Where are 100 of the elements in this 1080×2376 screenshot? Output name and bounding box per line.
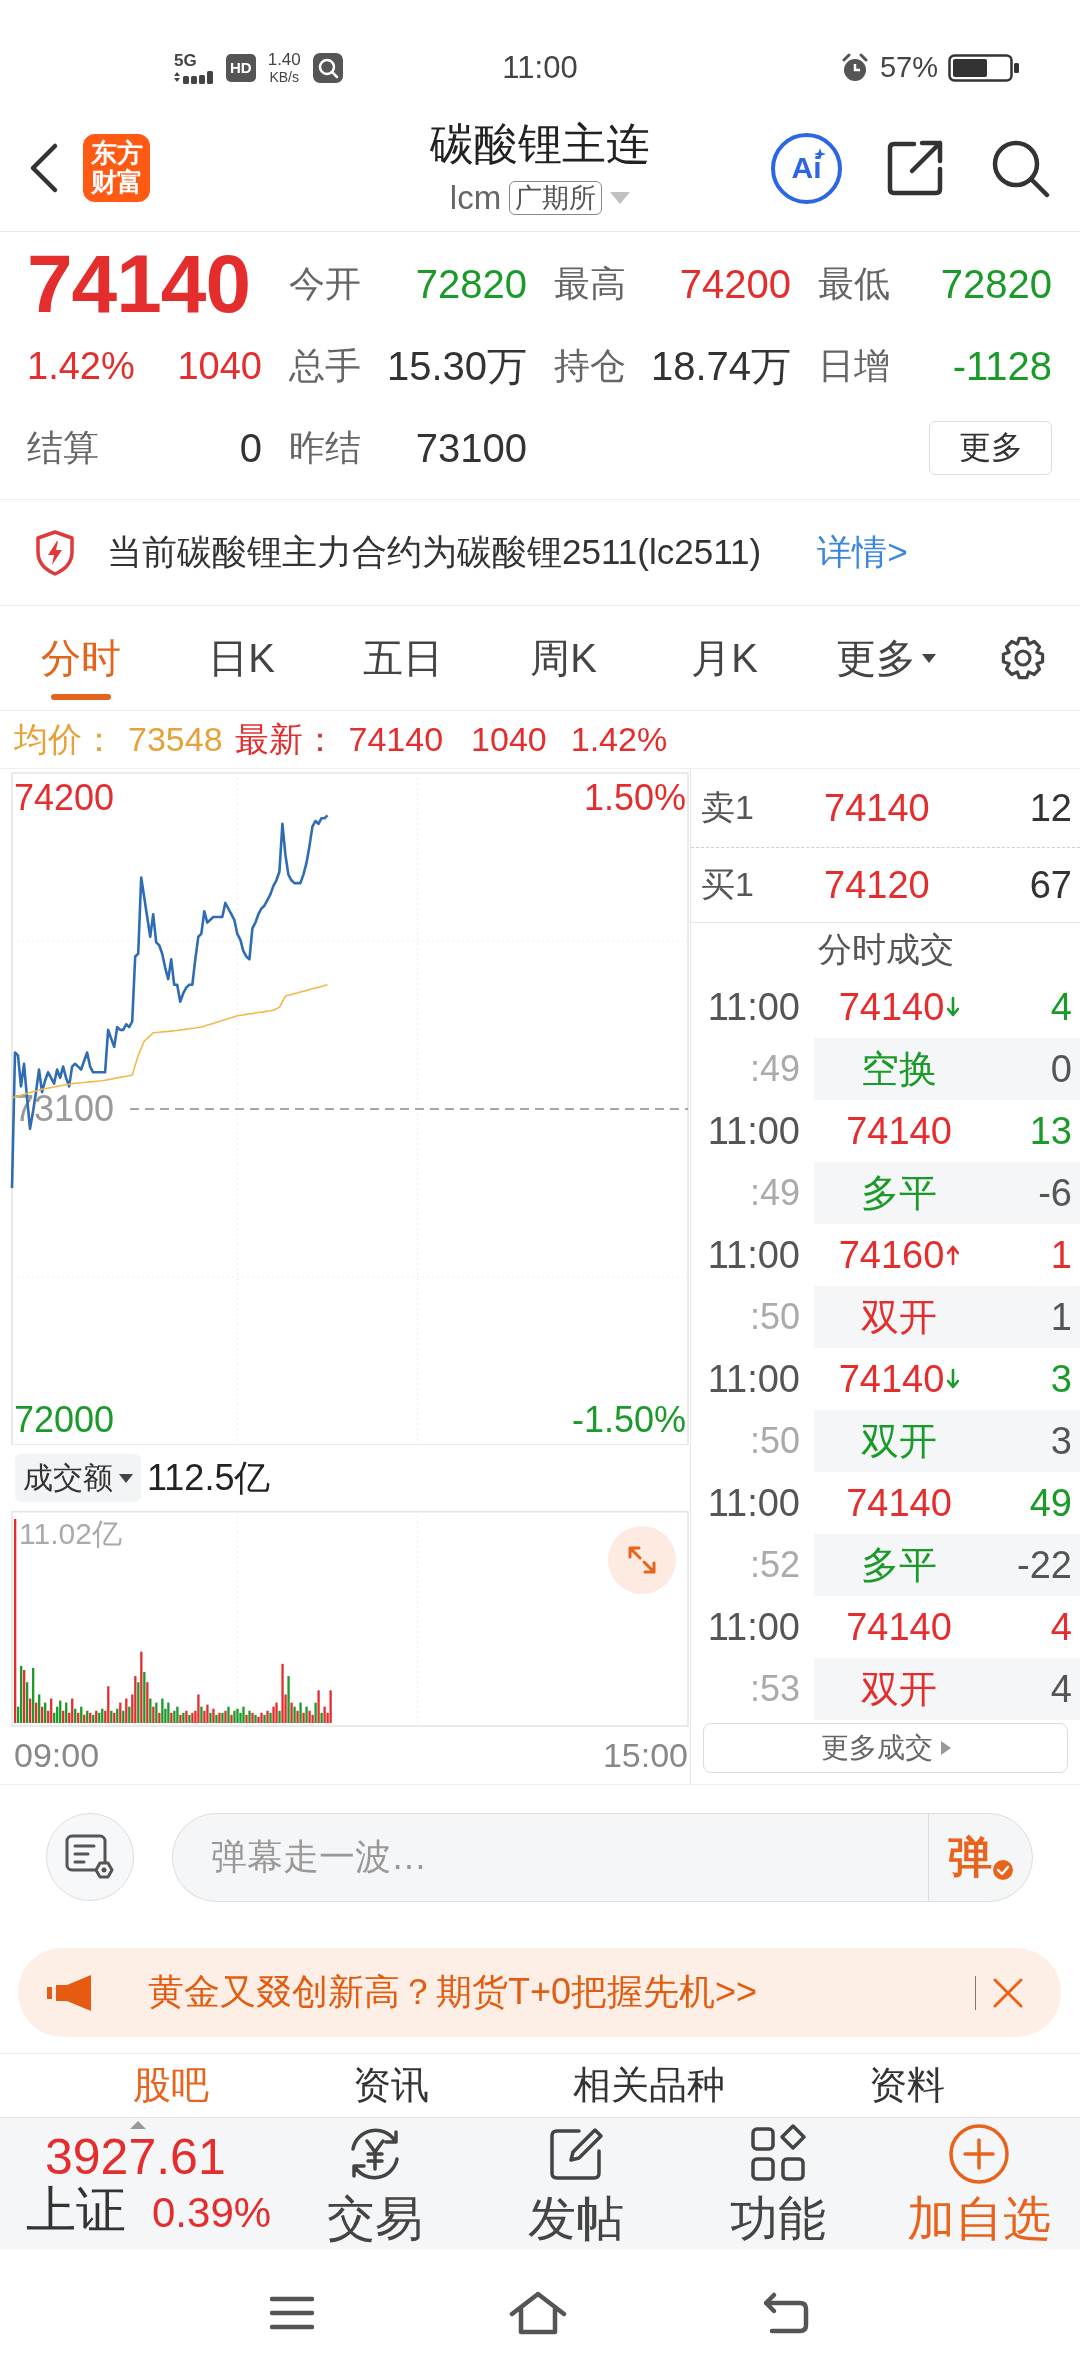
trade-seconds: :50 xyxy=(748,1419,801,1463)
contract-code: lcm xyxy=(449,179,502,217)
trade-time: 11:00 xyxy=(706,1108,801,1154)
back-icon[interactable] xyxy=(762,2290,810,2335)
trade-price: 74160 xyxy=(838,1233,945,1277)
danmaku-input[interactable]: 弹幕走一波… xyxy=(172,1812,928,1902)
change-percent: 1.42% xyxy=(27,344,135,388)
order-book-volume: 67 xyxy=(1029,863,1072,907)
more-button[interactable]: 更多 xyxy=(929,421,1052,475)
stat-label: 结算 xyxy=(27,425,99,470)
latest-price-value: 74140 xyxy=(348,720,444,759)
stat-label: 最高 xyxy=(554,261,626,306)
stat-label: 总手 xyxy=(289,343,361,388)
more-trades-button[interactable]: 更多成交 xyxy=(703,1723,1068,1773)
stat-value: 0 xyxy=(239,425,262,471)
network-speed-value: 1.40 xyxy=(267,50,301,69)
stat-label: 最低 xyxy=(818,261,890,306)
trade-price: 74140 xyxy=(838,1357,945,1401)
index-name: 上证 xyxy=(26,2185,126,2235)
network-type-label: 5G xyxy=(174,51,197,69)
battery-icon xyxy=(948,53,1020,82)
trades-title: 分时成交 xyxy=(817,928,954,970)
index-value: 3927.61 xyxy=(45,2129,226,2185)
search-icon[interactable] xyxy=(990,138,1050,198)
trade-seconds: :49 xyxy=(748,1171,801,1215)
trade-type: 双开 xyxy=(814,1658,984,1720)
arrow-up-icon xyxy=(947,1244,960,1266)
stat-value: -1128 xyxy=(952,343,1052,389)
stat-value: 72820 xyxy=(940,261,1052,307)
settings-icon[interactable] xyxy=(1000,635,1046,681)
trade-change: -22 xyxy=(984,1534,1080,1596)
magnifier-app-icon xyxy=(312,52,343,83)
y-axis-label: 74200 xyxy=(14,777,115,819)
trade-time: 11:00 xyxy=(706,1604,801,1650)
check-badge-icon xyxy=(991,1858,1014,1881)
trade-type: 空换 xyxy=(814,1038,984,1100)
latest-percent-value: 1.42% xyxy=(570,720,668,759)
order-book-label: 卖1 xyxy=(701,787,755,828)
trade-seconds: :49 xyxy=(748,1047,801,1091)
trade-time: 11:00 xyxy=(706,984,801,1030)
index-change: 0.39% xyxy=(152,2188,272,2238)
ai-button[interactable]: Ai xyxy=(771,132,842,204)
stat-value: 72820 xyxy=(415,261,527,307)
order-book-price: 74140 xyxy=(824,786,931,830)
trade-type: 多平 xyxy=(814,1534,984,1596)
trade-volume: 4 xyxy=(1049,984,1073,1030)
trade-type: 双开 xyxy=(814,1286,984,1348)
trade-change: 3 xyxy=(984,1410,1080,1472)
exchange-tag: 广期所 xyxy=(509,181,603,215)
trade-price: 74140 xyxy=(846,1109,952,1153)
menu-icon[interactable] xyxy=(270,2295,314,2330)
trade-volume: 4 xyxy=(1049,1604,1073,1650)
section-tab[interactable]: 相关品种 xyxy=(573,2060,725,2111)
trade-volume: 3 xyxy=(1049,1356,1073,1402)
y-axis-label: 72000 xyxy=(14,1398,115,1440)
trade-button[interactable]: 交易 xyxy=(274,2118,476,2249)
post-button[interactable]: 发帖 xyxy=(475,2118,677,2249)
volume-total: 112.5亿 xyxy=(147,1455,271,1500)
arrow-down-icon xyxy=(947,1368,960,1390)
notice-text: 当前碳酸锂主力合约为碳酸锂2511(lc2511) xyxy=(107,531,762,573)
chart-tab[interactable]: 五日 xyxy=(322,606,483,710)
app-logo: 东方财富 xyxy=(83,134,150,202)
chart-tab[interactable]: 周K xyxy=(483,606,644,710)
stat-value: 15.30万 xyxy=(386,342,527,390)
functions-button[interactable]: 功能 xyxy=(677,2118,879,2249)
chart-tab[interactable]: 日K xyxy=(161,606,322,710)
latest-change-value: 1040 xyxy=(471,720,547,759)
order-book-price: 74120 xyxy=(824,863,931,907)
megaphone-icon xyxy=(47,1972,93,2013)
stat-label: 日增 xyxy=(818,343,890,388)
caret-up-icon[interactable] xyxy=(130,2121,146,2129)
order-book-volume: 12 xyxy=(1029,786,1072,830)
percent-axis-label: 1.50% xyxy=(583,777,686,819)
trade-change: 0 xyxy=(984,1038,1080,1100)
trade-price: 74140 xyxy=(846,1605,952,1649)
add-icon xyxy=(948,2123,1011,2185)
stat-value: 18.74万 xyxy=(650,342,791,390)
trade-volume: 1 xyxy=(1049,1232,1073,1278)
chart-tab[interactable]: 月K xyxy=(644,606,805,710)
section-tab[interactable]: 资讯 xyxy=(353,2060,429,2111)
volume-selector[interactable]: 成交额 xyxy=(15,1454,141,1502)
trade-change: -6 xyxy=(984,1162,1080,1224)
status-time: 11:00 xyxy=(502,49,578,86)
caret-down-icon xyxy=(119,1473,133,1483)
details-link[interactable]: 详情> xyxy=(817,529,908,576)
network-speed-unit: KB/s xyxy=(269,68,299,85)
caret-right-icon xyxy=(940,1741,951,1755)
trade-price: 74140 xyxy=(846,1481,952,1525)
last-price: 74140 xyxy=(27,244,252,324)
expand-icon[interactable] xyxy=(608,1526,676,1594)
chart-tab[interactable]: 更多 xyxy=(805,606,966,710)
stat-label: 昨结 xyxy=(289,425,361,470)
section-tab[interactable]: 资料 xyxy=(869,2060,945,2111)
volume-max-label: 11.02亿 xyxy=(19,1517,122,1550)
trade-type: 多平 xyxy=(814,1162,984,1224)
shield-icon xyxy=(35,529,75,576)
stat-label: 持仓 xyxy=(554,343,626,388)
home-icon[interactable] xyxy=(509,2289,567,2336)
trade-seconds: :52 xyxy=(748,1543,801,1587)
close-icon[interactable] xyxy=(992,1976,1024,2009)
